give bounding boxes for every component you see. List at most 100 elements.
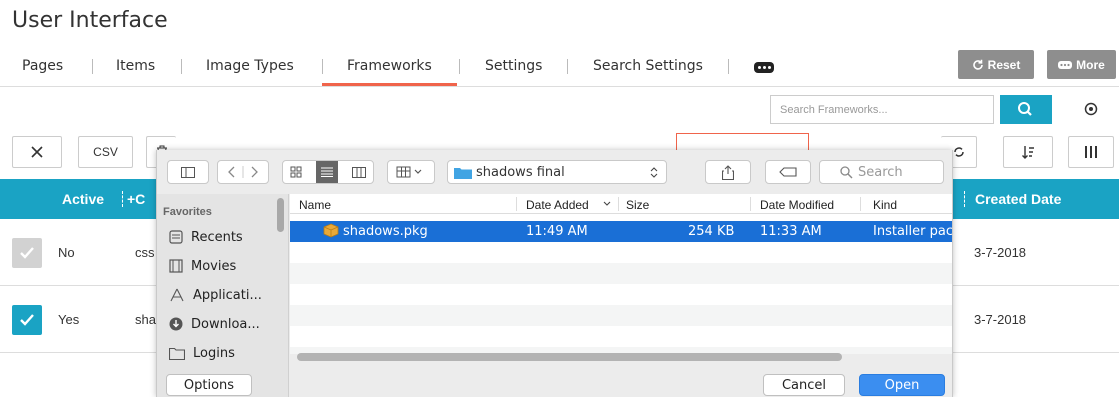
col-divider [618,197,619,211]
folder-name: shadows final [476,165,565,180]
tab-divider [459,59,460,74]
view-mode-group[interactable] [282,160,374,184]
chevron-left-right-icon [228,166,258,178]
recents-icon [169,230,183,244]
col-date-added[interactable]: Date Added [526,198,589,212]
file-date-added: 11:49 AM [526,224,588,239]
options-button[interactable]: Options [166,374,252,396]
sort-icon [1022,146,1034,159]
refresh-icon [953,147,964,157]
sidebar-item-label: Logins [193,345,235,361]
gallery-view-icon [396,166,422,178]
file-row-selected[interactable]: shadows.pkg 11:49 AM 254 KB 11:33 AM Ins… [290,221,952,242]
row-checkbox[interactable] [12,305,42,335]
package-icon [323,223,339,238]
tab-pages[interactable]: Pages [22,54,63,86]
file-size: 254 KB [688,224,735,239]
row-checkbox[interactable] [12,238,42,268]
group-by-button[interactable] [387,160,435,184]
search-frameworks-input[interactable] [770,95,994,124]
tab-frameworks[interactable]: Frameworks [322,54,457,86]
tab-settings[interactable]: Settings [485,54,542,86]
sidebar-toggle-button[interactable] [167,160,209,184]
checkmark-icon [20,247,34,259]
col-name[interactable]: Name [299,198,331,212]
reset-button-label: Reset [987,57,1021,72]
ellipsis-icon [1058,60,1073,69]
icon-view-icon[interactable] [290,166,302,178]
applications-icon [170,288,184,302]
search-icon [1018,102,1032,116]
csv-button[interactable]: CSV [78,136,133,168]
empty-row-stripe [290,305,952,326]
horizontal-scrollbar[interactable] [297,353,842,361]
dialog-search-placeholder: Search [858,165,903,180]
sidebar-item-downloads[interactable]: Downloa... [169,313,260,335]
search-icon [840,166,853,179]
sidebar-item-label: Applicati... [193,287,262,303]
list-view-icon[interactable] [316,161,338,183]
finder-sidebar: Favorites Recents Movies Applicati... Do… [157,194,289,397]
checkmark-icon [20,314,34,326]
tabs-overflow-icon[interactable] [754,62,774,73]
reset-button[interactable]: Reset [958,50,1034,79]
tag-button[interactable] [765,160,811,184]
apply-framework-button[interactable] [676,133,809,150]
back-forward-buttons[interactable] [217,160,269,184]
cancel-button[interactable]: Cancel [763,374,845,396]
folder-icon [454,168,472,179]
column-view-icon[interactable] [352,166,366,178]
tab-items[interactable]: Items [116,54,155,86]
downloads-icon [169,317,183,331]
tab-search-settings[interactable]: Search Settings [593,54,703,86]
col-divider [860,197,861,211]
share-button[interactable] [705,160,751,184]
more-button[interactable]: More [1047,50,1116,79]
columns-button[interactable] [1068,136,1114,168]
col-divider [516,197,517,211]
tab-image-types[interactable]: Image Types [206,54,294,86]
search-button[interactable] [1000,95,1052,124]
column-header-name[interactable]: +C [122,191,145,207]
row-active-value: Yes [58,312,80,327]
dialog-search-field[interactable]: Search [819,160,944,184]
sidebar-icon [181,166,195,178]
sort-button[interactable] [1003,136,1053,168]
tab-divider [728,59,729,74]
row-name-value: css [135,245,155,260]
file-list-header: Name Date Added Size Date Modified Kind [290,194,952,214]
tag-icon [779,167,797,177]
page-title: User Interface [12,8,168,33]
col-kind[interactable]: Kind [873,198,897,212]
sidebar-item-movies[interactable]: Movies [169,255,236,277]
movies-icon [169,259,183,273]
folder-icon [169,347,185,360]
updown-chevron-icon [650,167,658,178]
view-settings-button[interactable] [1068,95,1114,124]
sidebar-item-label: Movies [191,258,237,274]
tab-divider [181,59,182,74]
sidebar-scrollbar[interactable] [277,198,284,232]
column-header-created-date[interactable]: Created Date [964,191,1061,207]
col-date-modified[interactable]: Date Modified [760,198,834,212]
sort-desc-icon [603,201,611,206]
row-name-value: sha [135,312,156,327]
clear-button[interactable] [12,136,62,168]
column-header-active[interactable]: Active [62,191,104,207]
folder-select[interactable]: shadows final [447,160,667,184]
col-divider [750,197,751,211]
open-button[interactable]: Open [859,374,945,396]
col-size[interactable]: Size [626,198,649,212]
sidebar-item-logins[interactable]: Logins [169,342,235,364]
sidebar-item-applications[interactable]: Applicati... [169,284,262,306]
sidebar-item-recents[interactable]: Recents [169,226,243,248]
divider [0,86,1119,87]
share-icon [722,164,734,180]
target-icon [1084,102,1098,116]
more-button-label: More [1076,57,1105,72]
empty-row-stripe [290,263,952,284]
file-list: Name Date Added Size Date Modified Kind … [290,194,952,354]
file-name: shadows.pkg [343,224,428,239]
reset-icon [972,59,983,70]
tab-bar: Pages Items Image Types Frameworks Setti… [0,54,1119,86]
